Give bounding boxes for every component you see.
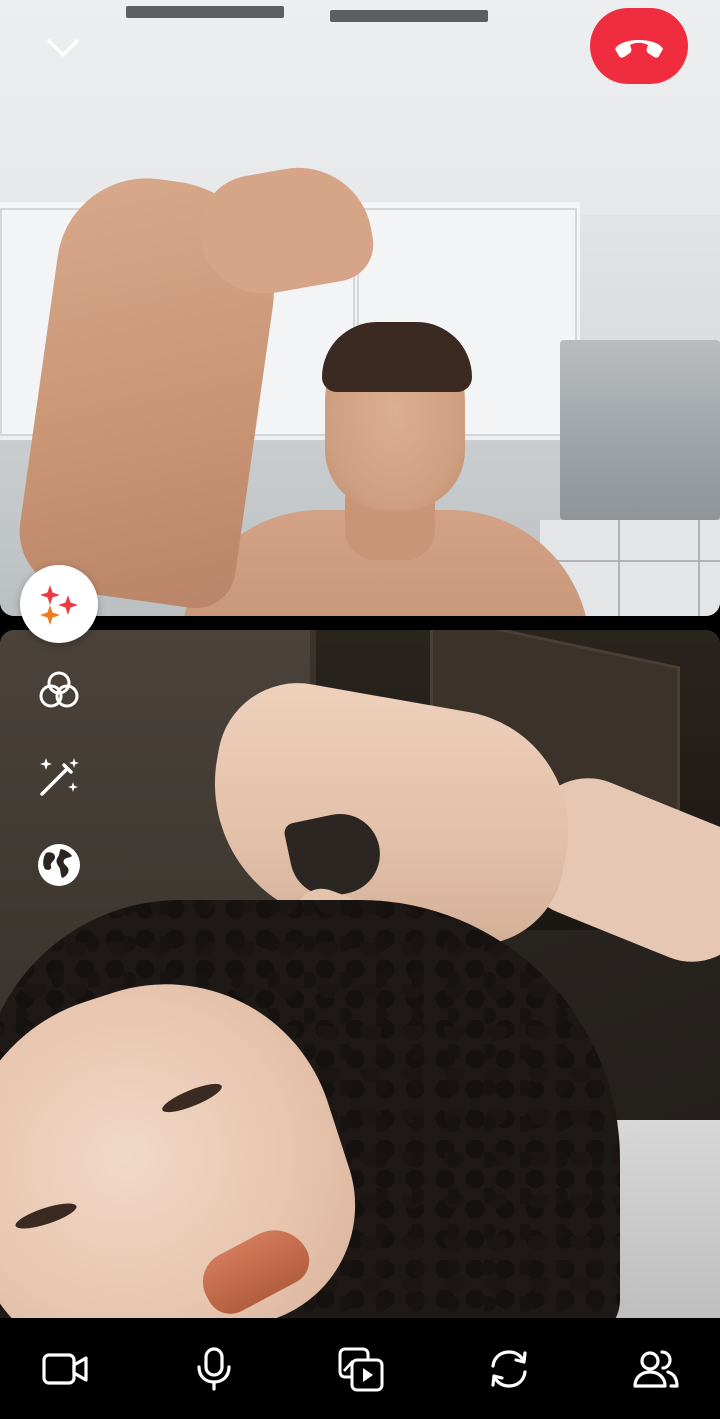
- globe-icon: [38, 844, 80, 886]
- cabinet-handle: [330, 10, 488, 22]
- share-media-icon: [338, 1347, 384, 1391]
- call-controls-bar: [0, 1318, 720, 1419]
- touch-up-button[interactable]: [20, 738, 98, 816]
- participants-icon: [633, 1349, 679, 1388]
- range-hood: [560, 340, 720, 520]
- filters-icon: [39, 671, 79, 708]
- video-call-screen: [0, 0, 720, 1419]
- phone-hangup-icon: [615, 40, 663, 58]
- remote-video-feed[interactable]: [0, 0, 720, 616]
- backgrounds-button[interactable]: [20, 826, 98, 904]
- flip-camera-icon: [490, 1349, 527, 1388]
- self-video-feed[interactable]: [0, 630, 720, 1318]
- cabinet-handle: [126, 6, 284, 18]
- chevron-down-icon: [47, 39, 79, 57]
- remote-person-hair: [322, 322, 472, 392]
- toggle-video-button[interactable]: [36, 1339, 96, 1399]
- magic-wand-icon: [40, 758, 79, 796]
- sparkles-icon: [40, 585, 78, 625]
- microphone-icon: [196, 1346, 231, 1391]
- end-call-button[interactable]: [590, 8, 688, 84]
- video-camera-icon: [42, 1352, 88, 1385]
- participants-button[interactable]: [626, 1339, 686, 1399]
- flip-camera-button[interactable]: [479, 1339, 539, 1399]
- collapse-call-button[interactable]: [38, 26, 88, 70]
- sparkles-effects-button[interactable]: [20, 565, 98, 643]
- toggle-microphone-button[interactable]: [184, 1339, 244, 1399]
- filters-button[interactable]: [20, 651, 98, 729]
- share-media-button[interactable]: [331, 1339, 391, 1399]
